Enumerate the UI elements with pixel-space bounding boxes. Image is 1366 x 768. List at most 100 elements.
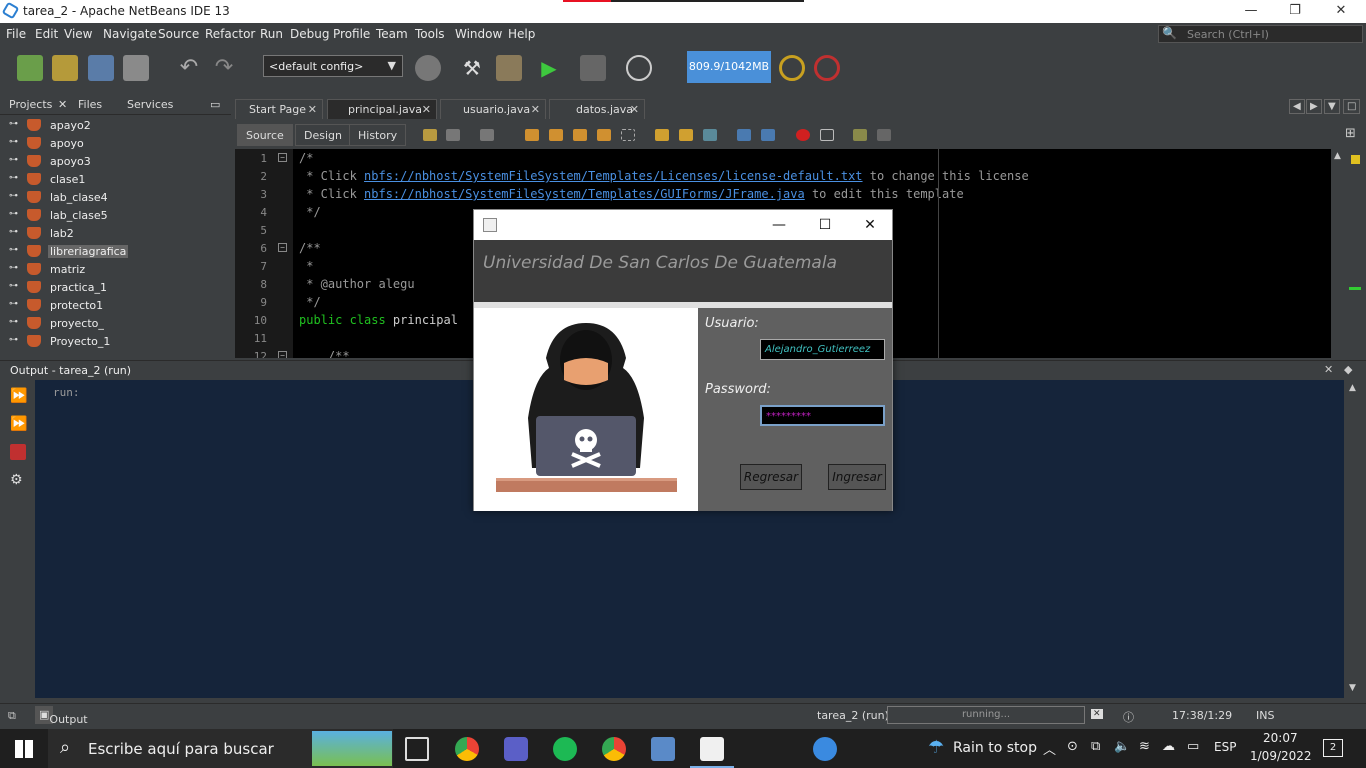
- fold-toggle-icon[interactable]: −: [278, 243, 287, 252]
- memory-indicator[interactable]: 809.9/1042MB: [687, 51, 771, 83]
- design-view-button[interactable]: Design: [295, 124, 351, 146]
- history-view-button[interactable]: History: [349, 124, 407, 146]
- toggle-highlight-icon[interactable]: [597, 129, 611, 141]
- warning-marker-icon[interactable]: [1351, 155, 1360, 164]
- expand-toggle-icon[interactable]: ⊶: [9, 155, 18, 165]
- project-item[interactable]: ⊶ clase1: [0, 171, 231, 189]
- build-hammer-icon[interactable]: ⚒: [459, 55, 485, 81]
- undo-icon[interactable]: ↶: [176, 55, 202, 81]
- output-scrollbar[interactable]: ▲ ▼: [1346, 380, 1362, 698]
- close-icon[interactable]: ✕: [422, 103, 431, 116]
- language-indicator[interactable]: ESP: [1214, 740, 1236, 754]
- tab-services[interactable]: Services: [127, 98, 173, 111]
- expand-toggle-icon[interactable]: ⊶: [9, 263, 18, 273]
- notification-icon[interactable]: ⓘ: [1123, 709, 1134, 725]
- project-item[interactable]: ⊶ practica_1: [0, 279, 231, 297]
- panel-menu-icon[interactable]: ◆: [1344, 363, 1352, 376]
- menu-help[interactable]: Help: [508, 27, 535, 41]
- project-item[interactable]: ⊶ apoyo3: [0, 153, 231, 171]
- java-app-icon[interactable]: [700, 737, 724, 761]
- clean-build-icon[interactable]: [496, 55, 522, 81]
- expand-toggle-icon[interactable]: ⊶: [9, 299, 18, 309]
- stop-gc-icon[interactable]: [814, 55, 840, 81]
- menu-team[interactable]: Team: [376, 27, 408, 41]
- task-view-icon[interactable]: [405, 737, 429, 761]
- expand-toggle-icon[interactable]: ⊶: [9, 245, 18, 255]
- prev-bookmark-icon[interactable]: [655, 129, 669, 141]
- editor-scrollbar[interactable]: ▲: [1331, 149, 1347, 358]
- expand-toggle-icon[interactable]: ⊶: [9, 191, 18, 201]
- next-bookmark-icon[interactable]: [679, 129, 693, 141]
- expand-toggle-icon[interactable]: ⊶: [9, 173, 18, 183]
- tab-start-page[interactable]: Start Page ✕: [235, 99, 323, 119]
- shift-right-icon[interactable]: [761, 129, 775, 141]
- project-item[interactable]: ⊶ proyecto_: [0, 315, 231, 333]
- wifi-icon[interactable]: ≋: [1139, 739, 1150, 754]
- tray-app-icon[interactable]: ⊙: [1067, 739, 1078, 754]
- user-input[interactable]: Alejandro_Gutierreez: [760, 339, 885, 360]
- expand-toggle-icon[interactable]: ⊶: [9, 209, 18, 219]
- restore-window-icon[interactable]: ⧉: [8, 709, 16, 723]
- license-link[interactable]: nbfs://nbhost/SystemFileSystem/Templates…: [364, 169, 863, 183]
- last-edit-icon[interactable]: [423, 129, 437, 141]
- toggle-bookmark-icon[interactable]: [703, 129, 717, 141]
- rerun-icon[interactable]: ⏩: [10, 388, 27, 404]
- selection-icon[interactable]: [621, 129, 635, 141]
- expand-toggle-icon[interactable]: ⊶: [9, 227, 18, 237]
- menu-file[interactable]: File: [6, 27, 26, 41]
- dialog-maximize-button[interactable]: ☐: [802, 213, 848, 237]
- expand-toggle-icon[interactable]: ⊶: [9, 317, 18, 327]
- stop-icon[interactable]: [10, 444, 26, 460]
- close-icon[interactable]: ✕: [58, 98, 67, 111]
- forward-icon[interactable]: [480, 129, 494, 141]
- maximize-button[interactable]: ❐: [1272, 0, 1318, 23]
- cancel-process-icon[interactable]: ✕: [1091, 709, 1103, 719]
- shift-left-icon[interactable]: [737, 129, 751, 141]
- tray-chevron-icon[interactable]: ︿: [1043, 739, 1056, 758]
- notifications-icon[interactable]: 2: [1323, 739, 1343, 757]
- browser-icon[interactable]: [415, 55, 441, 81]
- project-item[interactable]: ⊶ lab_clase5: [0, 207, 231, 225]
- weather-text[interactable]: Rain to stop: [953, 740, 1037, 756]
- power-icon[interactable]: ▭: [1187, 739, 1199, 754]
- back-button[interactable]: Regresar: [740, 464, 802, 490]
- find-prev-icon[interactable]: [549, 129, 563, 141]
- fold-toggle-icon[interactable]: −: [278, 153, 287, 162]
- minimize-button[interactable]: —: [1228, 0, 1274, 23]
- profile-icon[interactable]: [626, 55, 652, 81]
- windows-start-icon[interactable]: [15, 740, 33, 758]
- back-icon[interactable]: [446, 129, 460, 141]
- menu-debug[interactable]: Debug: [290, 27, 329, 41]
- expand-toggle-icon[interactable]: ⊶: [9, 119, 18, 129]
- clock-date[interactable]: 1/09/2022: [1250, 749, 1312, 763]
- output-tab[interactable]: ▣ Output: [35, 706, 88, 726]
- close-button[interactable]: ✕: [1318, 0, 1364, 23]
- expand-toggle-icon[interactable]: ⊶: [9, 335, 18, 345]
- stop-macro-icon[interactable]: [820, 129, 834, 141]
- menu-profile[interactable]: Profile: [333, 27, 370, 41]
- spotify-icon[interactable]: [553, 737, 577, 761]
- menu-tools[interactable]: Tools: [415, 27, 445, 41]
- minimize-panel-icon[interactable]: ▭: [210, 98, 220, 111]
- expand-toggle-icon[interactable]: ⊶: [9, 137, 18, 147]
- close-icon[interactable]: ✕: [308, 103, 317, 116]
- tab-list-icon[interactable]: ▼: [1324, 99, 1340, 114]
- menu-view[interactable]: View: [64, 27, 92, 41]
- comment-icon[interactable]: [853, 129, 867, 141]
- scroll-down-icon[interactable]: ▼: [1349, 683, 1356, 693]
- expand-toggle-icon[interactable]: ⊶: [9, 281, 18, 291]
- scroll-up-icon[interactable]: ▲: [1334, 151, 1341, 161]
- menu-source[interactable]: Source: [158, 27, 199, 41]
- tray-network-icon[interactable]: ⧉: [1091, 739, 1100, 754]
- split-editor-icon[interactable]: ⊞: [1345, 126, 1356, 141]
- save-all-icon[interactable]: [123, 55, 149, 81]
- close-icon[interactable]: ✕: [630, 103, 639, 116]
- rerun-with-params-icon[interactable]: ⏩: [10, 416, 27, 432]
- source-view-button[interactable]: Source: [237, 124, 293, 146]
- clock-time[interactable]: 20:07: [1263, 731, 1298, 745]
- password-input[interactable]: *********: [760, 405, 885, 426]
- project-item[interactable]: ⊶ matriz: [0, 261, 231, 279]
- tab-usuario-java[interactable]: usuario.java ✕: [440, 99, 546, 119]
- find-icon[interactable]: [525, 129, 539, 141]
- new-project-icon[interactable]: [52, 55, 78, 81]
